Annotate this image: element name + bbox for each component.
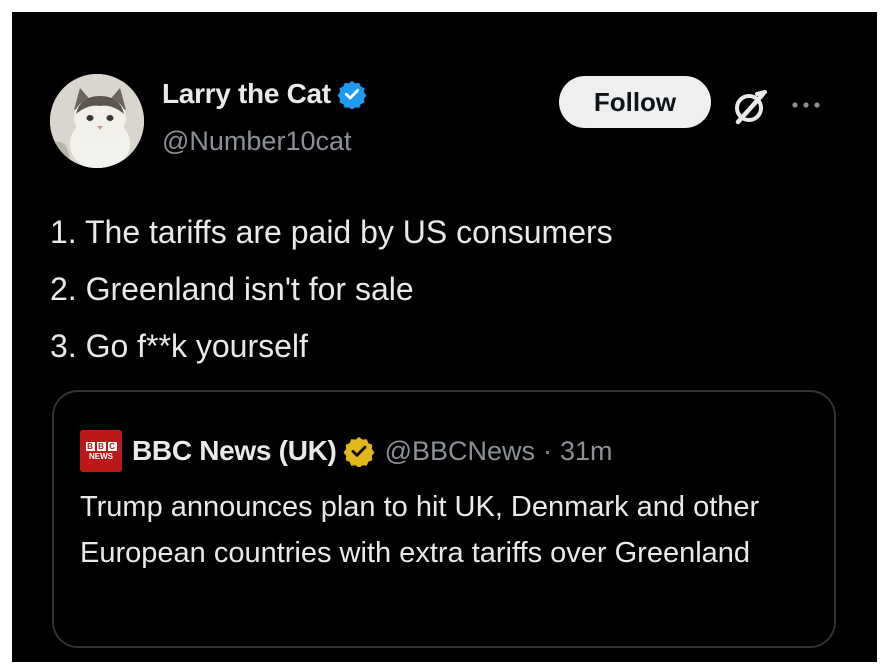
quoted-tweet-text: Trump announces plan to hit UK, Denmark …: [80, 491, 760, 569]
follow-button[interactable]: Follow: [559, 76, 711, 128]
cat-avatar-image: [50, 74, 144, 168]
tweet-line-3: 3. Go f**k yourself: [50, 328, 308, 364]
tweet-card: Larry the Cat @Number10cat Follow 1. The…: [12, 12, 877, 662]
verified-badge-icon: [337, 80, 367, 109]
author-handle[interactable]: @Number10cat: [162, 126, 352, 157]
quoted-author-handle[interactable]: @BBCNews: [385, 436, 535, 467]
author-name-row: Larry the Cat: [162, 78, 367, 110]
author-name[interactable]: Larry the Cat: [162, 78, 331, 110]
quoted-author-name[interactable]: BBC News (UK): [132, 435, 337, 467]
tweet-text: 1. The tariffs are paid by US consumers …: [50, 204, 613, 375]
bbc-news-logo[interactable]: BBC NEWS: [80, 430, 122, 472]
quoted-tweet-header: BBC NEWS BBC News (UK) @BBCNews · 31m: [80, 430, 613, 472]
tweet-line-2: 2. Greenland isn't for sale: [50, 271, 414, 307]
gold-verified-badge-icon: [343, 437, 375, 467]
quoted-timestamp[interactable]: 31m: [560, 436, 613, 467]
more-options-icon[interactable]: [788, 90, 824, 120]
tweet-line-1: 1. The tariffs are paid by US consumers: [50, 214, 613, 250]
avatar[interactable]: [50, 74, 144, 168]
grok-icon[interactable]: [729, 86, 771, 128]
separator-dot: ·: [543, 435, 553, 466]
quoted-tweet[interactable]: BBC NEWS BBC News (UK) @BBCNews · 31m Tr…: [52, 390, 836, 648]
